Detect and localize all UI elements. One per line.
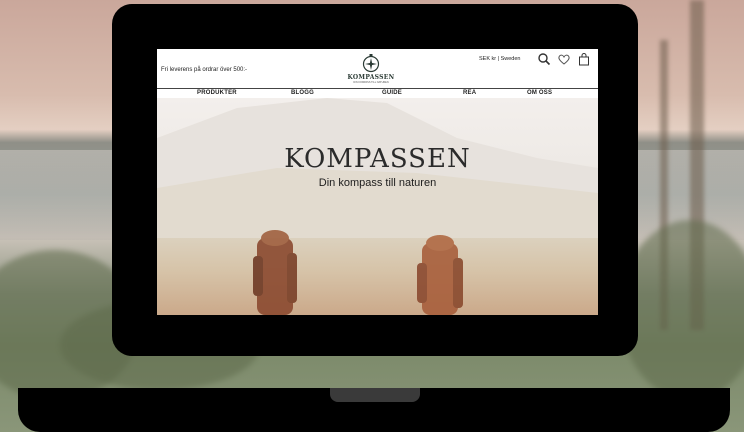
nav-item-guide[interactable]: GUIDE (382, 89, 402, 98)
compass-logo-icon (362, 54, 380, 73)
logo-wordmark: KOMPASSEN (347, 74, 395, 81)
site-logo[interactable]: KOMPASSEN DIN KOMPASS TILL NATUREN (343, 53, 399, 87)
bag-icon[interactable] (577, 52, 591, 66)
nav-item-rea[interactable]: REA (463, 89, 476, 98)
search-icon[interactable] (537, 52, 551, 66)
laptop-screen: Fri leverens på ordrar över 500:- KOMPAS… (157, 49, 598, 315)
logo-tagline: DIN KOMPASS TILL NATUREN (353, 81, 389, 84)
hikers-image (253, 230, 463, 315)
laptop-trackpad-notch (330, 388, 420, 402)
shipping-banner: Fri leverens på ordrar över 500:- (161, 67, 248, 73)
background-foliage (620, 220, 744, 400)
site-header: Fri leverens på ordrar över 500:- KOMPAS… (157, 49, 598, 88)
nav-item-produkter[interactable]: PRODUKTER (197, 89, 237, 98)
nav-item-blogg[interactable]: BLOGG (291, 89, 314, 98)
heart-icon[interactable] (557, 52, 571, 66)
currency-selector[interactable]: SEK kr | Sweden (479, 56, 520, 62)
hero-banner: KOMPASSEN Din kompass till naturen (157, 98, 598, 315)
nav-item-om-oss[interactable]: OM OSS (527, 89, 552, 98)
